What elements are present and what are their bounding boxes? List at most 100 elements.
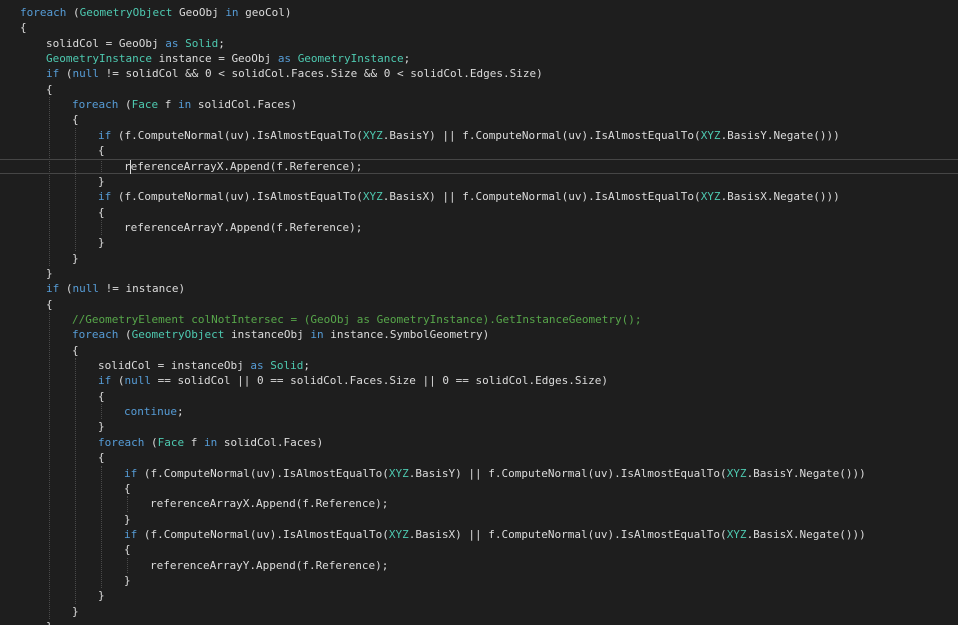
code-line[interactable]: if (f.ComputeNormal(uv).IsAlmostEqualTo(… — [0, 527, 958, 542]
code-token: ; — [176, 405, 184, 419]
code-token: { — [46, 297, 53, 311]
code-line[interactable]: referenceArrayX.Append(f.Reference); — [0, 496, 958, 511]
code-line[interactable]: if (null == solidCol || 0 == solidCol.Fa… — [0, 373, 958, 388]
code-token: if — [98, 128, 112, 142]
code-token: XYZ — [362, 128, 383, 142]
code-token: { — [124, 481, 131, 495]
code-token: GeometryInstance — [46, 52, 152, 66]
code-line[interactable]: if (null != instance) — [0, 281, 958, 296]
code-token: (f.ComputeNormal(uv).IsAlmostEqualTo( — [137, 527, 389, 541]
code-token: referenceArrayY.Append(f.Reference); — [150, 558, 389, 572]
code-line[interactable]: { — [0, 343, 958, 358]
code-editor[interactable]: foreach (GeometryObject GeoObj in geoCol… — [0, 0, 958, 625]
code-token: .BasisX) || f.ComputeNormal(uv).IsAlmost… — [382, 190, 701, 204]
code-line[interactable]: continue; — [0, 404, 958, 419]
code-line[interactable]: if (f.ComputeNormal(uv).IsAlmostEqualTo(… — [0, 466, 958, 481]
code-token: GeoObj — [172, 6, 226, 19]
code-line[interactable]: { — [0, 542, 958, 557]
code-line[interactable]: referenceArrayY.Append(f.Reference); — [0, 220, 958, 235]
code-token: } — [98, 174, 105, 188]
code-token: } — [72, 604, 79, 618]
code-token: GeometryObject — [131, 328, 225, 342]
code-token: as — [250, 359, 264, 373]
code-token: if — [46, 67, 60, 81]
code-token: { — [124, 543, 131, 557]
code-line[interactable]: foreach (GeometryObject GeoObj in geoCol… — [0, 5, 958, 20]
code-token: in — [310, 328, 324, 342]
code-token: foreach — [72, 328, 119, 342]
code-line[interactable]: { — [0, 112, 958, 127]
code-token: Solid — [185, 36, 219, 50]
code-line[interactable]: solidCol = GeoObj as Solid; — [0, 36, 958, 51]
code-line[interactable]: { — [0, 297, 958, 312]
code-token: ; — [218, 36, 225, 50]
code-line[interactable]: if (f.ComputeNormal(uv).IsAlmostEqualTo(… — [0, 189, 958, 204]
code-line[interactable]: referenceArrayX.Append(f.Reference); — [0, 159, 958, 174]
code-line[interactable]: } — [0, 512, 958, 527]
code-token: in — [177, 98, 192, 112]
code-line[interactable]: } — [0, 419, 958, 434]
code-line[interactable]: } — [0, 266, 958, 281]
code-token: .BasisY) || f.ComputeNormal(uv).IsAlmost… — [408, 466, 727, 480]
code-token: null — [72, 67, 100, 81]
code-line[interactable]: solidCol = instanceObj as Solid; — [0, 358, 958, 373]
code-token: null — [72, 282, 100, 296]
code-line[interactable]: GeometryInstance instance = GeoObj as Ge… — [0, 51, 958, 66]
code-line[interactable]: { — [0, 143, 958, 158]
code-token: in — [203, 435, 218, 449]
code-line[interactable]: referenceArrayY.Append(f.Reference); — [0, 558, 958, 573]
code-token: } — [98, 420, 105, 434]
code-token: if — [46, 282, 60, 296]
code-line[interactable]: { — [0, 481, 958, 496]
code-line[interactable]: if (null != solidCol && 0 < solidCol.Fac… — [0, 66, 958, 81]
code-token: solidCol = GeoObj — [46, 36, 166, 50]
code-token: XYZ — [388, 527, 409, 541]
code-line[interactable]: } — [0, 619, 958, 625]
code-line[interactable]: } — [0, 251, 958, 266]
code-token: ( — [144, 435, 158, 449]
code-token: solidCol.Faces) — [217, 435, 324, 449]
code-token: } — [124, 512, 131, 526]
code-token: != instance) — [99, 282, 186, 296]
code-token: (f.ComputeNormal(uv).IsAlmostEqualTo( — [137, 466, 389, 480]
code-token: } — [98, 236, 105, 250]
code-line[interactable]: } — [0, 604, 958, 619]
code-line[interactable]: { — [0, 389, 958, 404]
code-line[interactable]: } — [0, 235, 958, 250]
code-line[interactable]: { — [0, 82, 958, 97]
code-line[interactable]: foreach (GeometryObject instanceObj in i… — [0, 327, 958, 342]
code-token: GeometryObject — [79, 6, 173, 19]
code-token: } — [72, 251, 79, 265]
code-line[interactable]: foreach (Face f in solidCol.Faces) — [0, 435, 958, 450]
code-token: .BasisY.Negate())) — [720, 128, 840, 142]
code-token: (f.ComputeNormal(uv).IsAlmostEqualTo( — [111, 128, 363, 142]
code-token: { — [98, 389, 105, 403]
code-line[interactable]: { — [0, 205, 958, 220]
code-line[interactable]: if (f.ComputeNormal(uv).IsAlmostEqualTo(… — [0, 128, 958, 143]
code-token: .BasisX.Negate())) — [746, 527, 866, 541]
code-token: XYZ — [700, 190, 721, 204]
code-token: == solidCol || 0 == solidCol.Faces.Size … — [151, 374, 608, 388]
code-token: instance = GeoObj — [151, 52, 278, 66]
code-line[interactable]: } — [0, 573, 958, 588]
code-token: instanceObj — [224, 328, 311, 342]
code-line[interactable]: } — [0, 174, 958, 189]
code-line[interactable]: { — [0, 20, 958, 35]
code-token: { — [72, 343, 79, 357]
code-token: ( — [118, 98, 132, 112]
code-line[interactable]: foreach (Face f in solidCol.Faces) — [0, 97, 958, 112]
code-token: } — [98, 589, 105, 603]
code-token: .BasisX.Negate())) — [720, 190, 840, 204]
code-token: foreach — [98, 435, 145, 449]
code-line[interactable]: { — [0, 450, 958, 465]
code-token: { — [72, 113, 79, 127]
code-token: Face — [157, 435, 185, 449]
code-token: referenceArrayX.Append(f.Reference); — [124, 159, 363, 173]
code-token: { — [98, 144, 105, 158]
code-token: { — [46, 82, 53, 96]
code-line[interactable]: } — [0, 588, 958, 603]
code-line[interactable]: //GeometryElement colNotIntersec = (GeoO… — [0, 312, 958, 327]
code-token: in — [225, 6, 239, 19]
code-token: ( — [59, 67, 73, 81]
code-token: as — [277, 52, 292, 66]
